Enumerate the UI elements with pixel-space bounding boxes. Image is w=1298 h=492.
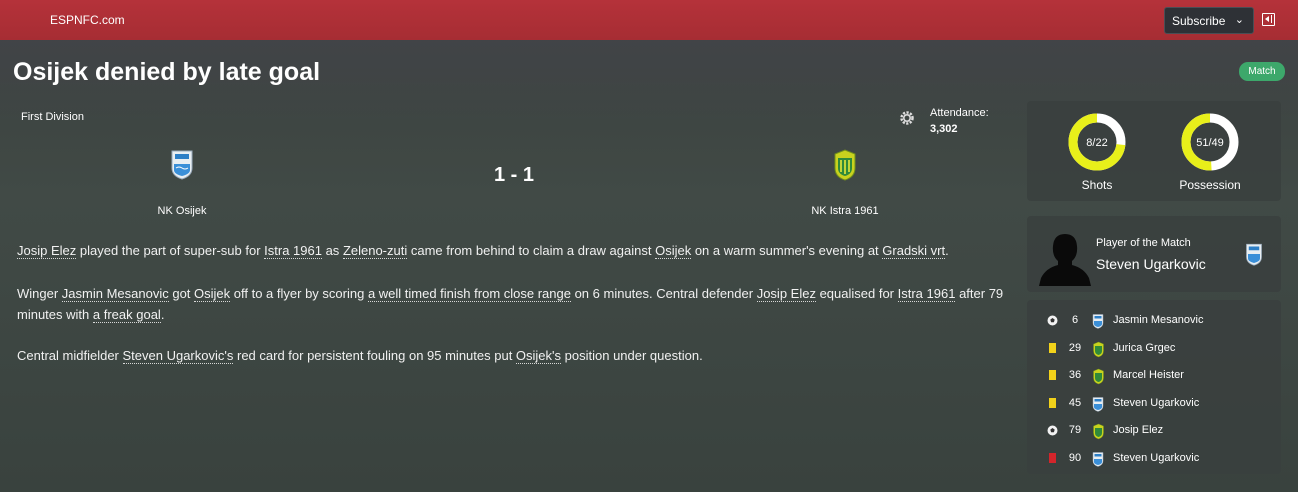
report-text: played the part of super-sub for [76,243,265,258]
event-row[interactable]: 45 Steven Ugarkovic [1027,394,1281,414]
report-paragraph: Winger Jasmin Mesanovic got Osijek off t… [17,283,1017,325]
report-text: Central midfielder [17,348,123,363]
player-silhouette-icon [1039,234,1091,286]
subscribe-label: Subscribe [1172,13,1226,28]
report-text: red card for persistent fouling on 95 mi… [233,348,516,363]
report-link[interactable]: Josip Elez [17,243,77,259]
report-paragraph: Central midfielder Steven Ugarkovic's re… [17,345,1017,366]
attendance-value: 3,302 [930,123,958,135]
potm-title: Player of the Match [1096,237,1191,249]
yellow-card-icon [1049,342,1056,353]
yellow-card-icon [1049,370,1056,381]
istra-crest-icon [1092,368,1105,388]
stadium-icon [900,111,914,125]
event-row[interactable]: 90 Steven Ugarkovic [1027,449,1281,469]
event-player[interactable]: Josip Elez [1113,424,1163,436]
event-player[interactable]: Marcel Heister [1113,369,1184,381]
report-text: Winger [17,286,62,301]
possession-label: Possession [1179,178,1241,192]
event-player[interactable]: Steven Ugarkovic [1113,452,1199,464]
report-link[interactable]: Gradski vrt [882,243,946,259]
report-link[interactable]: Osijek [194,286,231,302]
shots-value: 8/22 [1086,137,1108,149]
yellow-card-icon [1049,397,1056,408]
player-of-the-match-panel[interactable]: Player of the Match Steven Ugarkovic [1027,216,1281,292]
osijek-crest-icon [1246,243,1262,266]
competition-name[interactable]: First Division [21,111,84,123]
event-player[interactable]: Steven Ugarkovic [1113,397,1199,409]
osijek-crest-icon[interactable] [170,148,194,180]
report-link[interactable]: Osijek [655,243,692,259]
possession-value: 51/49 [1196,137,1224,149]
report-text: on a warm summer's evening at [691,243,883,258]
page-title: Osijek denied by late goal [13,58,321,86]
report-link[interactable]: Osijek's [515,348,562,364]
event-minute: 6 [1071,314,1079,326]
report-link[interactable]: Jasmin Mesanovic [61,286,169,302]
home-team-name[interactable]: NK Osijek [102,205,262,217]
event-minute: 45 [1068,396,1082,409]
report-text: came from behind to claim a draw against [407,243,656,258]
attendance-label: Attendance: [930,107,989,119]
event-minute: 79 [1068,424,1082,437]
report-link[interactable]: Istra 1961 [264,243,322,259]
chevron-down-icon: ⌄ [1234,14,1244,26]
report-text: position under question. [561,348,703,363]
event-minute: 36 [1068,369,1082,382]
match-events-panel: 6 Jasmin Mesanovic 29 Jurica Grgec 36 Marcel … [1027,300,1281,474]
report-link[interactable]: a freak goal [92,307,161,323]
osijek-crest-icon [1092,313,1104,332]
report-text: as [321,243,343,258]
goal-ball-icon [1047,425,1058,436]
event-player[interactable]: Jasmin Mesanovic [1113,314,1203,326]
report-text: equalised for [815,286,898,301]
match-score: 1 - 1 [493,164,535,186]
collapse-panel-icon[interactable] [1262,13,1275,26]
red-card-icon [1049,453,1056,463]
report-link[interactable]: Steven Ugarkovic's [122,348,234,364]
event-player[interactable]: Jurica Grgec [1113,342,1175,354]
shots-label: Shots [1081,178,1113,192]
report-text: . [945,243,949,258]
report-text: . [160,307,165,322]
event-row[interactable]: 6 Jasmin Mesanovic [1027,311,1281,331]
report-link[interactable]: Zeleno-zuti [342,243,408,259]
potm-player-name[interactable]: Steven Ugarkovic [1096,256,1206,272]
report-text: off to a flyer by scoring [230,286,368,301]
away-team-name[interactable]: NK Istra 1961 [765,205,925,217]
istra-crest-icon[interactable] [832,148,858,182]
osijek-crest-icon [1092,451,1104,470]
report-paragraph: Josip Elez played the part of super-sub … [17,240,1017,261]
event-minute: 29 [1068,341,1082,354]
event-minute: 90 [1068,452,1082,464]
site-name: ESPNFC.com [50,13,125,27]
event-row[interactable]: 29 Jurica Grgec [1027,339,1281,359]
event-row[interactable]: 79 Josip Elez [1027,421,1281,441]
istra-crest-icon [1092,341,1105,361]
report-text: on 6 minutes. Central defender [570,286,757,301]
report-link[interactable]: a well timed finish from close range [367,286,571,302]
goal-ball-icon [1047,315,1058,326]
report-link[interactable]: Josip Elez [756,286,816,302]
istra-crest-icon [1092,423,1105,443]
match-stats-panel: 8/22 Shots 51/49 Possession [1027,101,1281,201]
event-row[interactable]: 36 Marcel Heister [1027,366,1281,386]
match-badge[interactable]: Match [1239,62,1285,81]
osijek-crest-icon [1092,396,1104,415]
top-bar: ESPNFC.com Subscribe ⌄ [0,0,1298,40]
report-text: got [168,286,195,301]
report-link[interactable]: Istra 1961 [897,286,956,302]
subscribe-button[interactable]: Subscribe ⌄ [1164,7,1254,34]
